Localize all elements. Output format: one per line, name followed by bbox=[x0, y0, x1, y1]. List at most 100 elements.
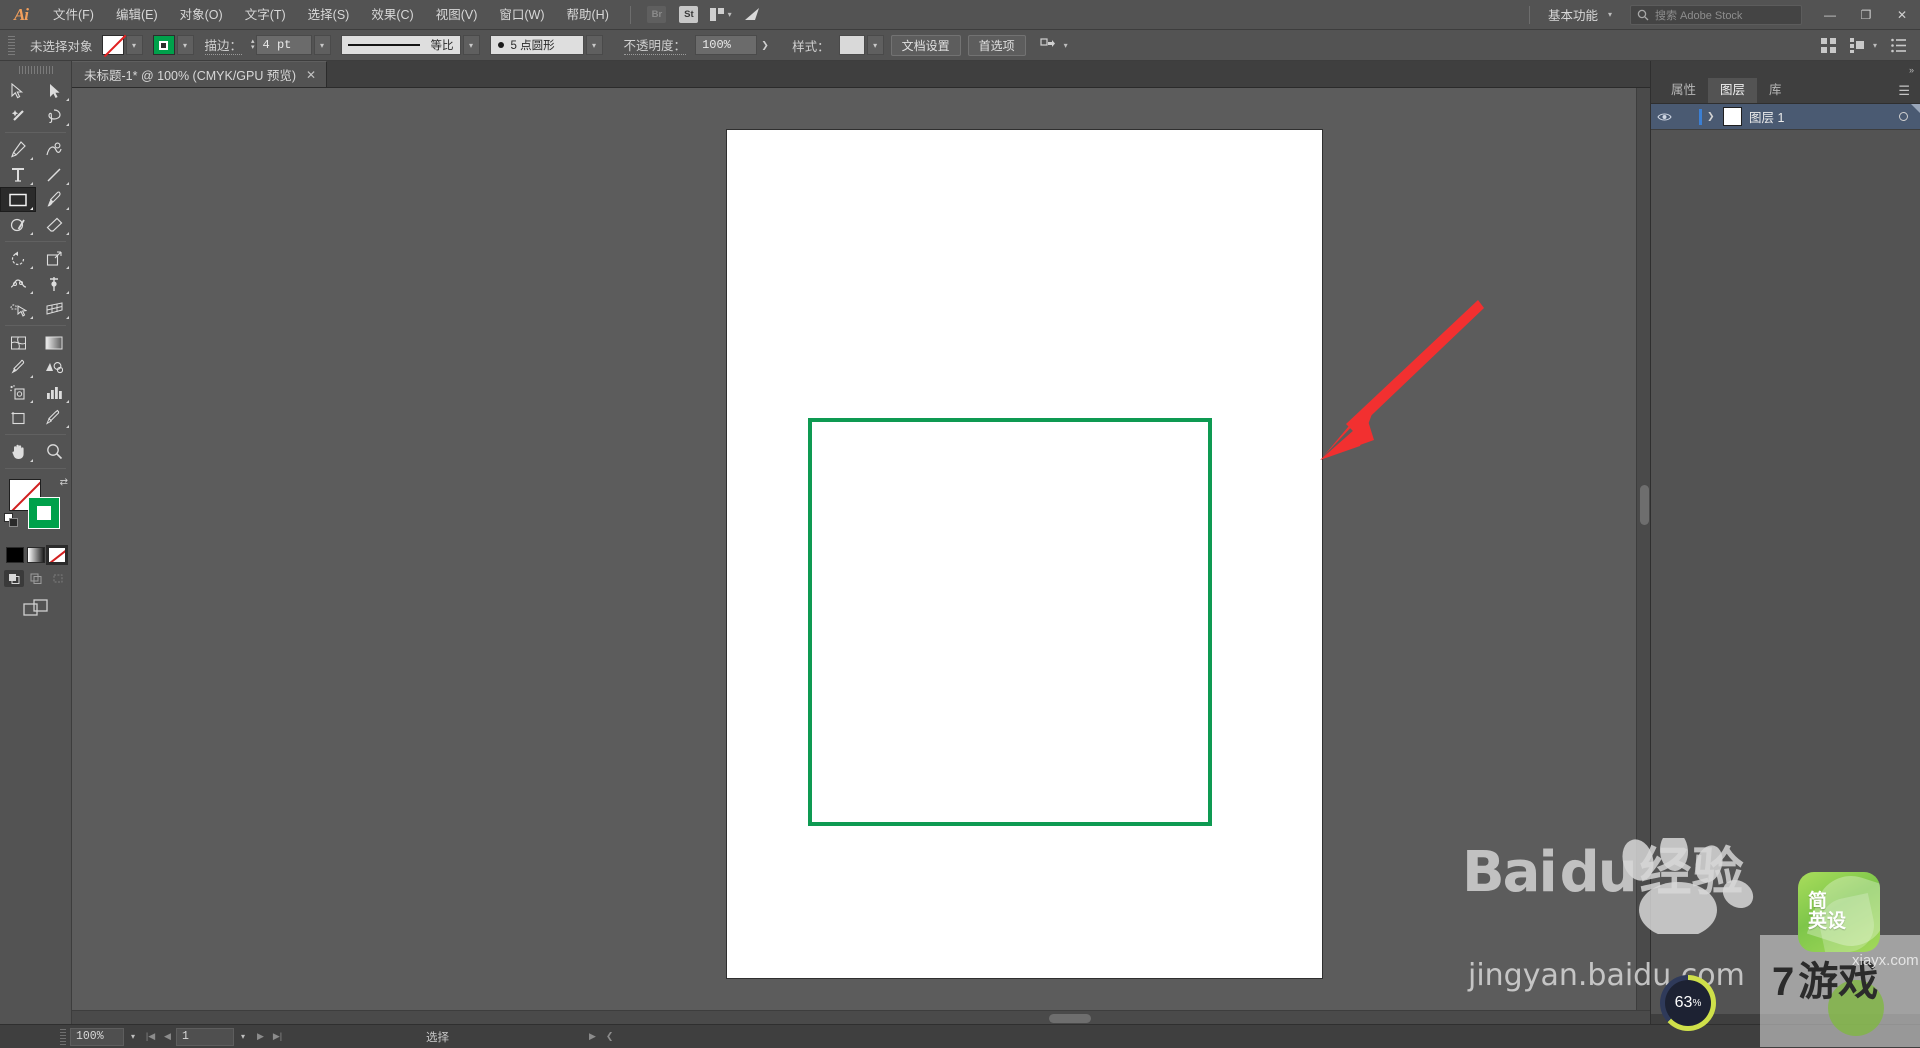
menu-window[interactable]: 窗口(W) bbox=[488, 0, 555, 30]
slice-tool[interactable] bbox=[36, 405, 72, 430]
zoom-tool[interactable] bbox=[36, 439, 72, 464]
artboard-dropdown[interactable]: ▾ bbox=[234, 1028, 252, 1046]
eyedropper-tool[interactable] bbox=[0, 355, 36, 380]
blend-tool[interactable] bbox=[36, 355, 72, 380]
first-artboard-button[interactable]: |◀ bbox=[142, 1028, 159, 1046]
panel-menu-icon[interactable]: ☰ bbox=[1898, 78, 1920, 103]
menu-object[interactable]: 对象(O) bbox=[169, 0, 234, 30]
vertical-scroll-thumb[interactable] bbox=[1640, 485, 1649, 525]
gradient-tool[interactable] bbox=[36, 330, 72, 355]
menu-file[interactable]: 文件(F) bbox=[42, 0, 105, 30]
stroke-swatch[interactable] bbox=[152, 35, 175, 55]
panel-options-icon[interactable] bbox=[1891, 38, 1906, 53]
opacity-flyout-icon[interactable]: ❯ bbox=[757, 35, 773, 55]
fill-dropdown[interactable]: ▾ bbox=[125, 35, 143, 55]
artboard[interactable] bbox=[727, 130, 1322, 978]
horizontal-scroll-thumb[interactable] bbox=[1049, 1014, 1091, 1023]
layer-target-icon[interactable] bbox=[1899, 112, 1908, 121]
arrange-documents-icon[interactable]: ▾ bbox=[708, 5, 734, 25]
screen-mode-button[interactable] bbox=[0, 599, 71, 617]
menu-edit[interactable]: 编辑(E) bbox=[105, 0, 169, 30]
menu-help[interactable]: 帮助(H) bbox=[556, 0, 620, 30]
menu-view[interactable]: 视图(V) bbox=[425, 0, 489, 30]
zoom-level-dropdown[interactable]: ▾ bbox=[124, 1028, 142, 1046]
line-segment-tool[interactable] bbox=[36, 162, 72, 187]
selection-tool[interactable] bbox=[0, 78, 36, 103]
rotate-tool[interactable] bbox=[0, 246, 36, 271]
layer-row[interactable]: ❯ 图层 1 bbox=[1651, 104, 1920, 130]
home-icon[interactable] bbox=[740, 5, 766, 25]
lasso-tool[interactable] bbox=[36, 103, 72, 128]
column-graph-tool[interactable] bbox=[36, 380, 72, 405]
pen-tool[interactable] bbox=[0, 137, 36, 162]
default-fill-stroke-icon[interactable] bbox=[4, 513, 20, 529]
hand-tool[interactable] bbox=[0, 439, 36, 464]
stroke-profile-select[interactable]: 等比 bbox=[340, 35, 461, 55]
chevron-right-icon[interactable]: ❯ bbox=[1707, 111, 1721, 122]
stroke-weight-label[interactable]: 描边： bbox=[204, 35, 243, 55]
select-similar-group[interactable]: ▾ bbox=[1040, 37, 1068, 53]
curvature-tool[interactable] bbox=[36, 137, 72, 162]
artboard-tool[interactable] bbox=[0, 405, 36, 430]
bridge-icon[interactable]: Br bbox=[644, 5, 670, 25]
stroke-color-swatch[interactable] bbox=[28, 497, 60, 529]
free-transform-tool[interactable] bbox=[36, 271, 72, 296]
symbol-sprayer-tool[interactable] bbox=[0, 380, 36, 405]
menu-select[interactable]: 选择(S) bbox=[297, 0, 361, 30]
green-rectangle-shape[interactable] bbox=[808, 418, 1212, 826]
stroke-weight-dropdown[interactable]: ▾ bbox=[313, 35, 331, 55]
document-tab[interactable]: 未标题-1* @ 100% (CMYK/GPU 预览) ✕ bbox=[72, 61, 328, 87]
profile-dropdown[interactable]: ▾ bbox=[462, 35, 480, 55]
close-button[interactable]: ✕ bbox=[1884, 0, 1920, 30]
stroke-swatch-group[interactable]: ▾ bbox=[152, 35, 194, 55]
perspective-grid-tool[interactable] bbox=[36, 296, 72, 321]
zoom-level-input[interactable]: 100% bbox=[70, 1027, 124, 1046]
status-flyout-icon[interactable]: ▶ bbox=[589, 1031, 596, 1042]
previous-artboard-button[interactable]: ◀ bbox=[159, 1028, 176, 1046]
rectangle-tool[interactable] bbox=[0, 187, 36, 212]
type-tool[interactable] bbox=[0, 162, 36, 187]
horizontal-scrollbar[interactable] bbox=[72, 1010, 1650, 1024]
distribute-icon-group[interactable]: ▾ bbox=[1849, 37, 1877, 53]
close-icon[interactable]: ✕ bbox=[306, 68, 316, 82]
artboard-number-input[interactable]: 1 bbox=[176, 1027, 234, 1046]
direct-selection-tool[interactable] bbox=[36, 78, 72, 103]
scale-tool[interactable] bbox=[36, 246, 72, 271]
toolbar-grip[interactable] bbox=[18, 66, 53, 74]
stroke-weight-input[interactable]: 4 pt bbox=[255, 35, 312, 55]
brush-definition-select[interactable]: 5 点圆形 bbox=[489, 35, 584, 55]
tab-properties[interactable]: 属性 bbox=[1659, 78, 1708, 103]
restore-button[interactable]: ❐ bbox=[1848, 0, 1884, 30]
align-grid-icon[interactable] bbox=[1820, 37, 1836, 53]
control-bar-grip[interactable] bbox=[8, 35, 15, 55]
workspace-switcher[interactable]: 基本功能 ▾ bbox=[1540, 5, 1620, 24]
draw-normal-button[interactable] bbox=[3, 570, 24, 587]
style-dropdown[interactable]: ▾ bbox=[866, 35, 884, 55]
layer-visibility-icon[interactable] bbox=[1651, 112, 1677, 122]
eraser-tool[interactable] bbox=[36, 212, 72, 237]
stroke-weight-stepper[interactable]: ▴ ▾ bbox=[251, 38, 255, 51]
stock-search-input[interactable]: 搜索 Adobe Stock bbox=[1630, 4, 1802, 25]
next-artboard-button[interactable]: ▶ bbox=[252, 1028, 269, 1046]
minimize-button[interactable]: — bbox=[1812, 0, 1848, 30]
status-resize-icon[interactable]: ❮ bbox=[606, 1031, 614, 1042]
menu-type[interactable]: 文字(T) bbox=[234, 0, 297, 30]
shaper-tool[interactable] bbox=[0, 212, 36, 237]
collapse-panels-icon[interactable]: » bbox=[1651, 61, 1920, 78]
fill-swatch[interactable] bbox=[101, 35, 124, 55]
menu-effect[interactable]: 效果(C) bbox=[360, 0, 424, 30]
gradient-mode-button[interactable] bbox=[26, 547, 45, 563]
fill-swatch-group[interactable]: ▾ bbox=[101, 35, 143, 55]
stock-icon[interactable]: St bbox=[676, 5, 702, 25]
opacity-input[interactable]: 100% bbox=[695, 35, 758, 55]
none-mode-button[interactable] bbox=[47, 547, 66, 563]
magic-wand-tool[interactable] bbox=[0, 103, 36, 128]
graphic-style-swatch[interactable] bbox=[838, 35, 865, 55]
paintbrush-tool[interactable] bbox=[36, 187, 72, 212]
stroke-dropdown[interactable]: ▾ bbox=[176, 35, 194, 55]
draw-behind-button[interactable] bbox=[25, 570, 46, 587]
opacity-label[interactable]: 不透明度： bbox=[623, 35, 687, 55]
canvas-area[interactable] bbox=[72, 88, 1650, 1024]
last-artboard-button[interactable]: ▶| bbox=[269, 1028, 286, 1046]
tab-layers[interactable]: 图层 bbox=[1708, 78, 1758, 103]
